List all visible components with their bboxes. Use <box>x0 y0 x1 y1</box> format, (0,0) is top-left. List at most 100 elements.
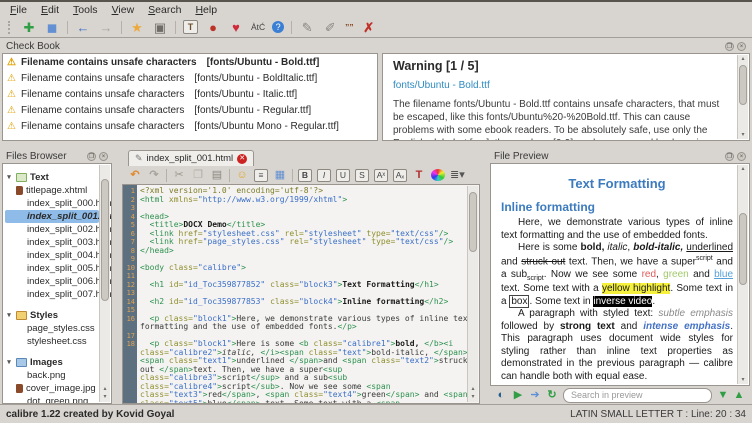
code-line[interactable]: 14 <h2 id="id_Toc359877853" class="block… <box>123 298 479 307</box>
scroll-up-icon[interactable]: ▴ <box>100 385 110 393</box>
undo-icon[interactable]: ↶ <box>128 169 142 182</box>
check-item[interactable]: ⚠Filename contains unsafe characters[fon… <box>3 118 377 134</box>
file-item[interactable]: index_split_004.html <box>5 249 99 262</box>
bug-icon[interactable]: ● <box>205 20 221 35</box>
insert-image-icon[interactable]: ▦ <box>273 169 287 182</box>
insert-block-icon[interactable]: ≡ <box>254 169 268 182</box>
jump-to-position-icon[interactable]: ➔ <box>528 389 542 402</box>
check-item[interactable]: ⚠Filename contains unsafe characters[fon… <box>3 86 377 102</box>
float-panel-icon[interactable]: ❐ <box>87 152 96 161</box>
cut-icon[interactable]: ✂ <box>172 169 186 182</box>
menu-help[interactable]: Help <box>188 3 224 17</box>
special-characters-icon[interactable]: ÀtĆ <box>251 20 265 35</box>
collapse-arrow-icon[interactable]: ▾ <box>5 173 13 181</box>
paste-icon[interactable]: ▤ <box>210 169 224 182</box>
forward-icon[interactable]: → <box>98 20 114 35</box>
file-item[interactable]: index_split_006.html <box>5 275 99 288</box>
smarten-punctuation-icon[interactable]: ”” <box>345 20 354 35</box>
check-item[interactable]: ⚠Filename contains unsafe characters[fon… <box>3 102 377 118</box>
code-line[interactable]: 2<html xmlns="http://www.w3.org/1999/xht… <box>123 196 479 205</box>
superscript-icon[interactable]: Aˣ <box>374 169 388 182</box>
scroll-down-icon[interactable]: ▾ <box>738 131 748 139</box>
remove-unused-files-icon[interactable]: ✗ <box>361 20 377 35</box>
splitter-horizontal[interactable] <box>0 141 752 150</box>
file-item[interactable]: index_split_002.html <box>5 223 99 236</box>
code-line[interactable]: 7 <link href="page_styles.css" rel="styl… <box>123 238 479 247</box>
wand-icon[interactable]: ★ <box>129 20 145 35</box>
file-item[interactable]: dot_green.png <box>5 395 99 404</box>
strikethrough-icon[interactable]: S <box>355 169 369 182</box>
tree-section-text[interactable]: ▾Text <box>5 170 99 184</box>
file-item[interactable]: back.png <box>5 369 99 382</box>
splitter-vertical[interactable] <box>483 150 487 404</box>
code-line[interactable]: 8</head> <box>123 247 479 256</box>
find-next-icon[interactable]: ▼ <box>716 389 730 402</box>
tab-close-icon[interactable]: ✕ <box>237 154 247 164</box>
refresh-icon[interactable]: ↻ <box>545 389 559 402</box>
file-item[interactable]: index_split_001.html <box>5 210 99 223</box>
code-editor[interactable]: 1<?xml version='1.0' encoding='utf-8'?>2… <box>122 184 480 404</box>
scroll-up-icon[interactable]: ▴ <box>738 165 748 173</box>
code-area[interactable]: 1<?xml version='1.0' encoding='utf-8'?>2… <box>123 185 479 403</box>
code-line[interactable]: 16 <p class="block1">Here, we demonstrat… <box>123 315 479 332</box>
scroll-down-icon[interactable]: ▾ <box>468 393 478 401</box>
heart-icon[interactable]: ♥ <box>228 20 244 35</box>
file-item[interactable]: index_split_003.html <box>5 236 99 249</box>
toolbar-grip[interactable] <box>8 21 12 34</box>
tab-index-split-001[interactable]: ✎ index_split_001.html ✕ <box>128 150 254 166</box>
new-file-icon[interactable]: ✚ <box>21 20 37 35</box>
insert-text-icon[interactable]: T <box>183 20 198 34</box>
preview-scrollbar[interactable]: ▴ ▾ <box>737 165 748 384</box>
run-icon[interactable]: ▶ <box>511 389 525 402</box>
text-color-icon[interactable]: T <box>412 169 426 182</box>
redo-icon[interactable]: ↷ <box>147 169 161 182</box>
back-icon[interactable]: ← <box>75 20 91 35</box>
stamp-icon[interactable]: ✐ <box>322 20 338 35</box>
smiley-icon[interactable]: ☺ <box>235 169 249 182</box>
tree-section-images[interactable]: ▾Images <box>5 355 99 369</box>
editor-scrollbar[interactable]: ▴ ▾ <box>467 186 478 402</box>
find-previous-icon[interactable]: ▲ <box>732 389 746 402</box>
beautify-icon[interactable]: ✎ <box>299 20 315 35</box>
menu-file[interactable]: File <box>3 3 34 17</box>
file-item[interactable]: index_split_000.html <box>5 197 99 210</box>
save-icon[interactable]: ◼ <box>44 20 60 35</box>
scroll-up-icon[interactable]: ▴ <box>738 55 748 63</box>
float-panel-icon[interactable]: ❐ <box>725 152 734 161</box>
splitter-vertical[interactable] <box>115 150 119 404</box>
warning-scrollbar[interactable]: ▴ ▾ <box>737 55 748 139</box>
close-panel-icon[interactable]: × <box>737 42 746 51</box>
file-item[interactable]: cover_image.jpg <box>5 382 99 395</box>
collapse-arrow-icon[interactable]: ▾ <box>5 358 13 366</box>
scroll-up-icon[interactable]: ▴ <box>468 385 478 393</box>
color-wheel-icon[interactable] <box>431 169 445 181</box>
float-panel-icon[interactable]: ❐ <box>725 42 734 51</box>
file-item[interactable]: titlepage.xhtml <box>5 184 99 197</box>
subscript-icon[interactable]: Aₓ <box>393 169 407 182</box>
file-item[interactable]: page_styles.css <box>5 322 99 335</box>
scroll-down-icon[interactable]: ▾ <box>100 393 110 401</box>
warning-file-link[interactable]: fonts/Ubuntu - Bold.ttf <box>393 80 733 91</box>
copy-icon[interactable]: ❐ <box>191 169 205 182</box>
code-line[interactable]: 18 <p class="block1">Here is some <b cla… <box>123 340 479 403</box>
menu-edit[interactable]: Edit <box>34 3 66 17</box>
code-line[interactable]: 12 <h1 id="id_Toc359877852" class="block… <box>123 281 479 290</box>
underline-icon[interactable]: U <box>336 169 350 182</box>
file-item[interactable]: index_split_007.html <box>5 288 99 301</box>
file-item[interactable]: stylesheet.css <box>5 335 99 348</box>
scroll-down-icon[interactable]: ▾ <box>738 376 748 384</box>
help-icon[interactable]: ? <box>272 21 284 33</box>
menu-tools[interactable]: Tools <box>66 3 105 17</box>
preview-search-input[interactable] <box>563 388 712 403</box>
inspect-icon[interactable]: ◐ <box>494 389 508 402</box>
check-item[interactable]: ⚠Filename contains unsafe characters[fon… <box>3 54 377 70</box>
speaker-icon[interactable]: ▣ <box>152 20 168 35</box>
menu-search[interactable]: Search <box>141 3 188 17</box>
close-panel-icon[interactable]: × <box>99 152 108 161</box>
menu-view[interactable]: View <box>105 3 142 17</box>
collapse-arrow-icon[interactable]: ▾ <box>5 311 13 319</box>
files-scrollbar[interactable]: ▴ ▾ <box>99 165 110 402</box>
file-item[interactable]: index_split_005.html <box>5 262 99 275</box>
code-line[interactable]: 3 <box>123 204 479 213</box>
code-line[interactable]: 10<body class="calibre"> <box>123 264 479 273</box>
